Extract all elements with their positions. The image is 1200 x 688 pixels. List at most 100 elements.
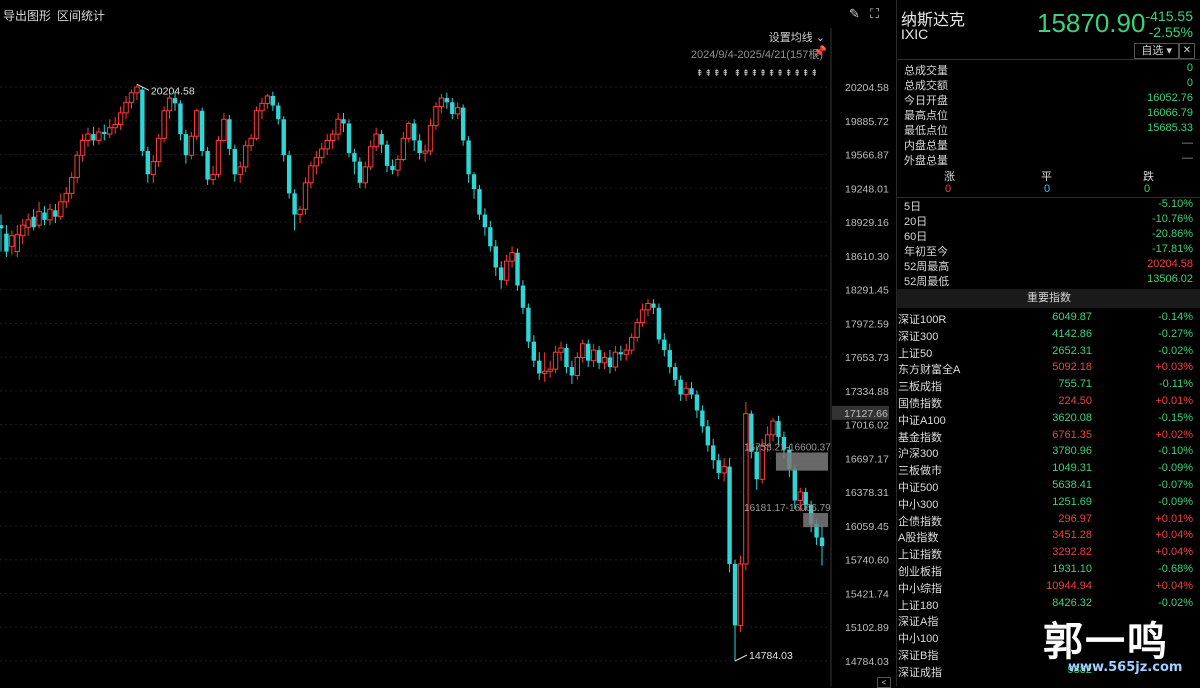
- watchlist-button[interactable]: 自选 ▾: [1134, 43, 1179, 59]
- index-list-item[interactable]: 基金指数 6761.35 +0.02%: [897, 429, 1200, 446]
- index-list-item[interactable]: 中小综指 10944.94 +0.04%: [897, 580, 1200, 597]
- index-list-item[interactable]: 深证300 4142.86 -0.27%: [897, 328, 1200, 345]
- index-list-change: -0.02%: [1158, 344, 1193, 357]
- divider: [897, 59, 1200, 60]
- range-box-label: 16753.21-16600.37: [744, 442, 831, 453]
- y-tick-label: 15421.74: [845, 588, 889, 600]
- period-row: 年初至今 -17.81%: [897, 243, 1200, 258]
- candle-body: [531, 341, 537, 361]
- pen-icon[interactable]: ✎: [849, 6, 860, 22]
- pin-icon[interactable]: 📌: [813, 45, 827, 58]
- flat-count-label: 平: [1041, 171, 1052, 183]
- y-tick-label: 16059.45: [845, 521, 889, 533]
- candle-body: [645, 303, 651, 311]
- stat-row: 内盘总量 —: [897, 137, 1200, 152]
- index-list-item[interactable]: 中证A100 3620.08 -0.15%: [897, 412, 1200, 429]
- candle-body: [112, 124, 118, 129]
- index-list-name: 三板成指: [898, 381, 942, 394]
- index-list-price: 755.71: [1058, 378, 1092, 391]
- y-tick-label: 15102.89: [845, 622, 889, 634]
- export-chart-button[interactable]: 导出图形: [3, 7, 51, 24]
- expand-icon[interactable]: ⛶: [870, 6, 879, 22]
- index-list-name: 创业板指: [898, 566, 942, 578]
- index-change-pct: -2.55%: [1148, 24, 1193, 40]
- index-list-item[interactable]: 上证50 2652.31 -0.02%: [897, 345, 1200, 362]
- candle-body: [286, 155, 292, 194]
- stat-row: 总成交额 0: [897, 77, 1200, 92]
- candle-body: [253, 110, 260, 139]
- candle-body: [422, 150, 428, 154]
- low-value-label: 14784.03: [749, 650, 793, 662]
- index-list-item[interactable]: 沪深300 3780.96 -0.10%: [897, 445, 1200, 462]
- stat-row: 总成交量 0: [897, 62, 1200, 77]
- index-list-name: 基金指数: [898, 431, 942, 444]
- y-tick-label: 17653.73: [845, 352, 889, 364]
- y-tick-label: 17016.02: [845, 420, 889, 432]
- stat-row: 外盘总量 —: [897, 152, 1200, 167]
- index-list-item[interactable]: 中小300 1251.69 -0.09%: [897, 496, 1200, 513]
- candle-body: [281, 119, 286, 156]
- flat-count: 0: [1044, 183, 1051, 195]
- index-list-change: +0.02%: [1155, 428, 1193, 441]
- candle-body: [68, 176, 75, 194]
- scroll-left-button[interactable]: <: [877, 677, 891, 688]
- period-value: 20204.58: [1147, 258, 1193, 270]
- candle-body: [574, 357, 581, 377]
- period-value: 13506.02: [1147, 273, 1193, 285]
- candle-body: [319, 148, 325, 158]
- index-list-item[interactable]: 东方财富全A 5092.18 +0.03%: [897, 361, 1200, 378]
- candle-body: [542, 370, 548, 374]
- candle-body: [482, 214, 488, 228]
- index-list-item[interactable]: 创业板指 1931.10 -0.68%: [897, 563, 1200, 580]
- index-list-item[interactable]: 上证指数 3292.82 +0.04%: [897, 546, 1200, 563]
- candle-body: [754, 451, 759, 480]
- candle-body: [792, 468, 798, 501]
- candle-body: [503, 260, 510, 281]
- index-list-change: +0.04%: [1155, 579, 1193, 592]
- candle-body: [797, 491, 803, 501]
- stat-value: 15685.33: [1147, 122, 1193, 134]
- candle-body: [221, 118, 227, 141]
- candle-body: [623, 349, 629, 355]
- index-list-item[interactable]: 深证100R 6049.87 -0.14%: [897, 311, 1200, 328]
- candlestick-chart[interactable]: 20204.58 19885.72 19566.87 19248.01 18929.16…: [0, 0, 893, 686]
- candle-body: [683, 387, 689, 396]
- candle-body: [341, 119, 346, 124]
- index-list-item[interactable]: 三板成指 755.71 -0.11%: [897, 378, 1200, 395]
- kline-chart-area[interactable]: 20204.58 19885.72 19566.87 19248.01 18929.16…: [0, 0, 893, 688]
- event-markers-row[interactable]: ⇞⇞⇞⇞ ⇞⇞⇞⇞⇞⇞⇞⇞⇞⇞: [696, 68, 819, 79]
- candle-body: [150, 161, 156, 175]
- candle-body: [705, 426, 711, 446]
- candle-body: [694, 394, 700, 411]
- index-list-item[interactable]: 三板做市 1049.31 -0.09%: [897, 462, 1200, 479]
- candle-body: [607, 357, 613, 368]
- candle-body: [276, 105, 281, 120]
- index-list-item[interactable]: 中证500 5638.41 -0.07%: [897, 479, 1200, 496]
- candle-body: [20, 224, 26, 237]
- index-list-change: -0.68%: [1158, 563, 1193, 575]
- index-list-change: -0.10%: [1158, 445, 1193, 458]
- candle-body: [308, 165, 314, 184]
- y-tick-label: 20204.58: [845, 82, 889, 94]
- index-list-item[interactable]: 企债指数 296.97 +0.01%: [897, 513, 1200, 530]
- candle-body: [134, 86, 140, 94]
- index-list-item[interactable]: 国债指数 224.50 +0.01%: [897, 395, 1200, 412]
- period-label: 60日: [904, 231, 928, 243]
- close-icon[interactable]: ✕: [1179, 43, 1195, 59]
- candle-body: [558, 347, 564, 353]
- stat-row: 最低点位 15685.33: [897, 122, 1200, 137]
- candle-body: [53, 210, 58, 217]
- candle-body: [237, 166, 243, 175]
- index-list-change: +0.04%: [1155, 529, 1193, 542]
- index-list-change: +0.01%: [1155, 395, 1193, 407]
- index-list-item[interactable]: A股指数 3451.28 +0.04%: [897, 529, 1200, 546]
- candle-body: [537, 360, 542, 374]
- candle-body: [488, 227, 493, 247]
- candle-body: [547, 368, 553, 372]
- range-stats-button[interactable]: 区间统计: [57, 7, 105, 24]
- quote-panel: 纳斯达克 IXIC 15870.90 -415.55 -2.55% 自选 ▾ ✕…: [896, 0, 1200, 686]
- candle-body: [352, 153, 357, 162]
- ma-setting-button[interactable]: 设置均线 ⌄: [769, 29, 825, 45]
- candle-body: [515, 252, 520, 286]
- y-tick-label: 16697.17: [845, 453, 889, 465]
